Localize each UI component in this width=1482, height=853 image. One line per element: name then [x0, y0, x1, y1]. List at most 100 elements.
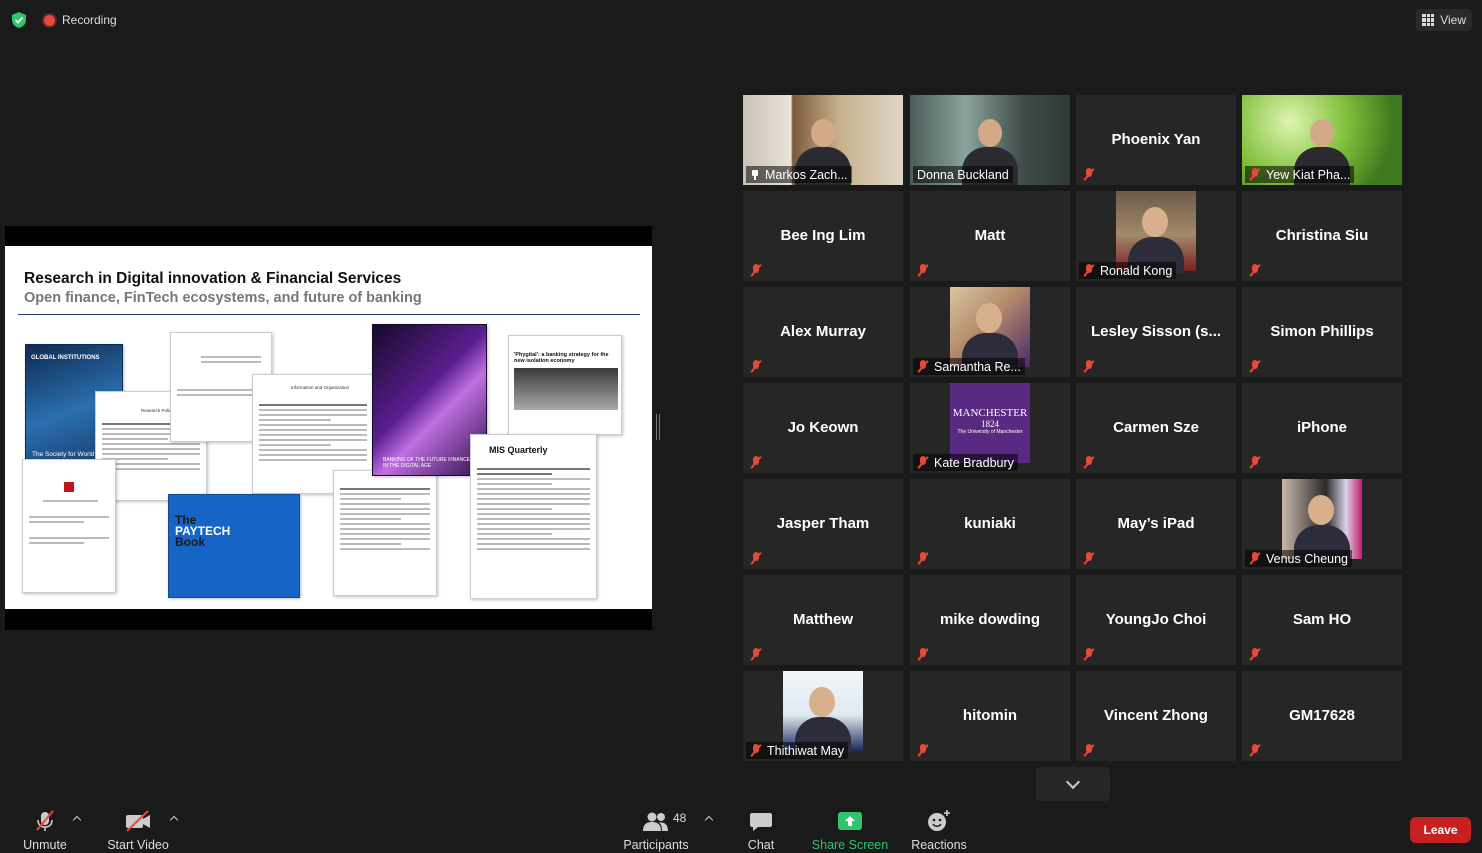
participant-tile[interactable]: hitomin	[910, 671, 1070, 761]
microphone-muted-icon	[917, 360, 929, 373]
participant-tile[interactable]: Donna Buckland	[910, 95, 1070, 185]
participant-status-label	[1079, 166, 1099, 183]
microphone-muted-icon	[750, 552, 762, 565]
book-cover-paytech: The PAYTECH Book	[168, 494, 300, 598]
recording-label: Recording	[62, 13, 117, 27]
participant-name: mike dowding	[939, 611, 1040, 628]
gallery-next-page-button[interactable]	[1036, 767, 1110, 801]
split-divider-handle[interactable]	[656, 414, 660, 440]
chevron-down-icon	[1065, 774, 1081, 789]
view-button[interactable]: View	[1416, 9, 1472, 31]
participant-status-label	[1079, 454, 1099, 471]
share-screen-button[interactable]: Share Screen	[812, 806, 888, 852]
participant-name: Matt	[974, 227, 1006, 244]
microphone-muted-icon	[917, 744, 929, 757]
participant-tile[interactable]: Christina Siu	[1242, 191, 1402, 281]
start-video-button[interactable]: Start Video	[106, 806, 170, 852]
microphone-muted-icon	[750, 648, 762, 661]
shared-screen[interactable]: Research in Digital innovation & Financi…	[5, 226, 652, 630]
participant-name: Christina Siu	[1275, 227, 1369, 244]
participant-status-label	[746, 262, 766, 279]
unmute-button[interactable]: Unmute	[22, 806, 68, 852]
microphone-muted-icon	[1249, 552, 1261, 565]
participant-tile[interactable]: YoungJo Choi	[1076, 575, 1236, 665]
paper-governance	[333, 470, 437, 596]
chat-button[interactable]: Chat	[740, 806, 782, 852]
participant-status-label	[1079, 646, 1099, 663]
participant-tile[interactable]: Ronald Kong	[1076, 191, 1236, 281]
participant-name: Sam HO	[1292, 611, 1352, 628]
microphone-muted-icon	[1249, 168, 1261, 181]
microphone-muted-icon	[1249, 264, 1261, 277]
participant-name: May’s iPad	[1117, 515, 1195, 532]
participant-name: hitomin	[962, 707, 1018, 724]
participant-status-label	[1079, 550, 1099, 567]
view-label: View	[1440, 13, 1466, 27]
participant-tile[interactable]: MANCHESTER 1824 The University of Manchest…	[910, 383, 1070, 473]
microphone-muted-icon	[917, 648, 929, 661]
recording-indicator[interactable]: Recording	[40, 10, 121, 30]
microphone-muted-icon	[1083, 264, 1095, 277]
video-options-arrow[interactable]	[169, 815, 179, 825]
microphone-muted-icon	[1249, 744, 1261, 757]
participant-tile[interactable]: iPhone	[1242, 383, 1402, 473]
participant-status-label	[1245, 262, 1265, 279]
slide-title: Research in Digital innovation & Financi…	[24, 270, 402, 287]
participant-tile[interactable]: Samantha Re...	[910, 287, 1070, 377]
microphone-muted-icon	[1249, 456, 1261, 469]
participant-tile[interactable]: Jasper Tham	[743, 479, 903, 569]
unmute-label: Unmute	[23, 838, 67, 852]
reactions-button[interactable]: Reactions	[910, 806, 968, 852]
participant-status-label	[1245, 358, 1265, 375]
participant-tile[interactable]: May’s iPad	[1076, 479, 1236, 569]
microphone-muted-icon	[750, 264, 762, 277]
participant-status-label: Thithiwat May	[746, 742, 849, 759]
participant-tile[interactable]: GM17628	[1242, 671, 1402, 761]
participant-tile[interactable]: Alex Murray	[743, 287, 903, 377]
participant-avatar	[950, 287, 1030, 369]
participant-tile[interactable]: mike dowding	[910, 575, 1070, 665]
participant-status-label: Donna Buckland	[913, 166, 1013, 183]
participant-status-label	[746, 646, 766, 663]
university-logo-text: The University of Manchester	[957, 429, 1023, 435]
participant-tile[interactable]: Lesley Sisson (s...	[1076, 287, 1236, 377]
participant-tile[interactable]: kuniaki	[910, 479, 1070, 569]
participant-tile[interactable]: Matthew	[743, 575, 903, 665]
participant-status-label	[1245, 646, 1265, 663]
microphone-muted-icon	[917, 264, 929, 277]
participant-status-label: Yew Kiat Pha...	[1245, 166, 1355, 183]
participant-tile[interactable]: Yew Kiat Pha...	[1242, 95, 1402, 185]
participant-tile[interactable]: Thithiwat May	[743, 671, 903, 761]
participants-options-arrow[interactable]	[704, 815, 714, 825]
audio-options-arrow[interactable]	[72, 815, 82, 825]
participant-name: Donna Buckland	[917, 167, 1009, 182]
participant-status-label	[913, 742, 933, 759]
microphone-muted-icon	[917, 552, 929, 565]
participant-tile[interactable]: Vincent Zhong	[1076, 671, 1236, 761]
participant-avatar	[1116, 191, 1196, 273]
participant-name: Samantha Re...	[934, 359, 1021, 374]
participant-tile[interactable]: Jo Keown	[743, 383, 903, 473]
reactions-label: Reactions	[911, 838, 967, 852]
participant-status-label: Samantha Re...	[913, 358, 1025, 375]
university-logo-text: MANCHESTER	[952, 407, 1028, 419]
leave-button[interactable]: Leave	[1410, 817, 1471, 843]
microphone-muted-icon	[1083, 360, 1095, 373]
participants-count: 48	[673, 811, 687, 825]
participant-tile[interactable]: Venus Cheung	[1242, 479, 1402, 569]
participant-tile[interactable]: Bee Ing Lim	[743, 191, 903, 281]
participant-tile[interactable]: Markos Zach...	[743, 95, 903, 185]
participant-tile[interactable]: Sam HO	[1242, 575, 1402, 665]
participant-tile[interactable]: Matt	[910, 191, 1070, 281]
participant-tile[interactable]: Phoenix Yan	[1076, 95, 1236, 185]
participant-status-label	[746, 550, 766, 567]
participant-name: kuniaki	[964, 515, 1016, 532]
participant-tile[interactable]: Carmen Sze	[1076, 383, 1236, 473]
paper-mis-quarterly: MIS Quarterly	[470, 434, 597, 599]
participant-tile[interactable]: Simon Phillips	[1242, 287, 1402, 377]
participant-avatar: MANCHESTER 1824 The University of Manchest…	[950, 383, 1030, 463]
slide-subtitle: Open finance, FinTech ecosystems, and fu…	[24, 290, 422, 306]
participant-status-label	[1079, 742, 1099, 759]
participant-status-label	[1245, 742, 1265, 759]
shield-check-icon[interactable]	[10, 11, 28, 29]
